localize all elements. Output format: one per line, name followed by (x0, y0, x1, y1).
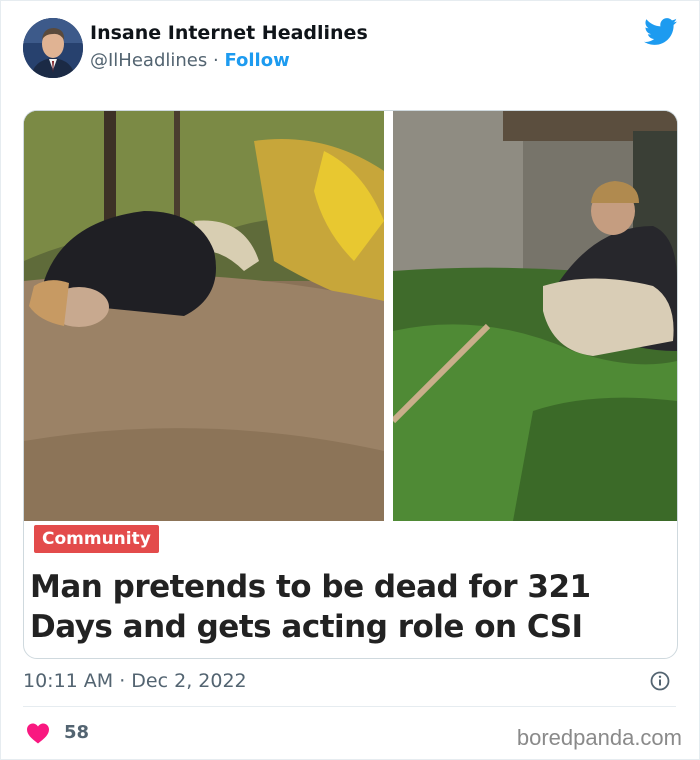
article-headline[interactable]: Man pretends to be dead for 321 Days and… (30, 567, 675, 647)
avatar[interactable] (23, 18, 83, 78)
author-name[interactable]: Insane Internet Headlines (90, 22, 368, 44)
like-count: 58 (64, 722, 90, 743)
watermark: boredpanda.com (516, 725, 682, 750)
photo-man-in-woods (393, 111, 677, 521)
separator-dot: · (212, 50, 219, 71)
follow-button[interactable]: Follow (224, 50, 289, 71)
link-card[interactable]: Community Man pretends to be dead for 32… (23, 110, 678, 659)
photo-man-on-trail (24, 111, 384, 521)
info-icon[interactable] (650, 671, 670, 691)
tweet-timestamp[interactable]: 10:11 AM · Dec 2, 2022 (23, 670, 247, 692)
heart-icon[interactable] (26, 722, 50, 744)
category-tag: Community (34, 525, 159, 553)
divider (23, 706, 676, 707)
author-handle-row: @IlHeadlines · Follow (90, 50, 290, 71)
author-handle[interactable]: @IlHeadlines (90, 50, 207, 71)
twitter-bird-icon[interactable] (644, 18, 678, 46)
